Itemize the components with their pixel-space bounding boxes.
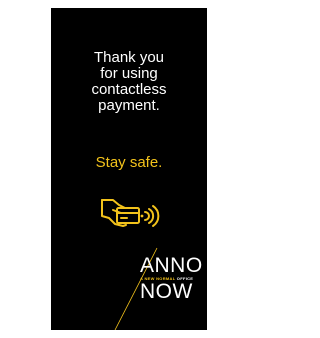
thank-you-line: Thank you bbox=[93, 49, 165, 66]
contactless-card-payment-icon bbox=[101, 199, 160, 227]
logo-line-anno: ANNO bbox=[140, 254, 203, 277]
contactless-thank-you-card: Thank you for using contactless payment.… bbox=[51, 8, 207, 330]
logo-line-now: NOW bbox=[140, 280, 193, 303]
stay-safe-text: Stay safe. bbox=[95, 154, 163, 171]
thank-you-line: for using bbox=[100, 65, 158, 82]
anno-now-logo: ANNO A NEW NORMAL OFFICE NOW bbox=[140, 254, 207, 303]
thank-you-message: Thank you for using contactless payment. bbox=[51, 50, 207, 114]
thank-you-line: payment. bbox=[98, 97, 160, 114]
thank-you-line: contactless bbox=[91, 81, 167, 98]
